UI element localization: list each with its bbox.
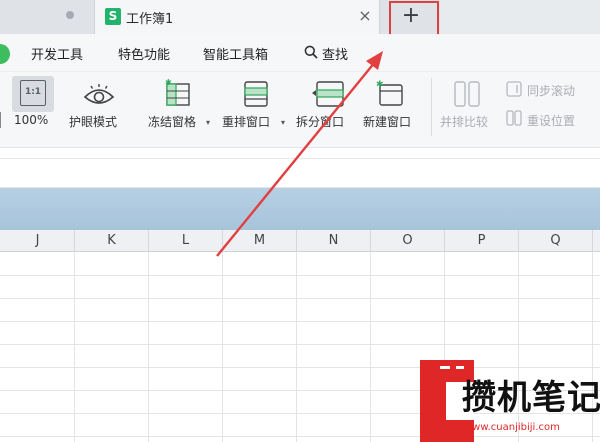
side-by-side-icon[interactable]: [453, 80, 481, 108]
column-header-q[interactable]: Q: [519, 230, 593, 252]
freeze-panes-label[interactable]: 冻结窗格: [148, 113, 196, 130]
watermark-title: 攒机笔记: [462, 378, 600, 418]
tab-strip-empty-area: [440, 0, 600, 34]
ribbon-toolbar: 1:1 100% 护眼模式 ✱ 冻结窗格 ▾ 重排窗口 ▾ 拆分窗口 ✱ 新建窗…: [0, 72, 600, 148]
zoom-100-button[interactable]: 1:1: [12, 76, 54, 112]
column-header-row: J K L M N O P Q: [0, 230, 600, 252]
svg-text:✱: ✱: [376, 80, 384, 90]
grid-row-line: [0, 275, 600, 276]
split-window-label[interactable]: 拆分窗口: [296, 113, 344, 130]
sync-scroll-icon[interactable]: [505, 80, 523, 98]
app-menu-icon[interactable]: [0, 44, 10, 64]
reset-position-label[interactable]: 重设位置: [527, 112, 575, 129]
formula-bar-area: [0, 148, 600, 188]
spreadsheet-doc-icon: S: [105, 8, 121, 25]
rearrange-dropdown-icon[interactable]: ▾: [281, 118, 285, 127]
freeze-dropdown-icon[interactable]: ▾: [206, 118, 210, 127]
new-window-label[interactable]: 新建窗口: [363, 113, 411, 130]
grid-row-line: [0, 321, 600, 322]
menu-item-special-features[interactable]: 特色功能: [118, 44, 170, 63]
menu-bar: 开发工具 特色功能 智能工具箱 查找: [0, 34, 600, 72]
tab-title: 工作簿1: [126, 12, 174, 27]
new-tab-button[interactable]: +: [389, 0, 433, 32]
close-icon[interactable]: ×: [357, 6, 373, 26]
new-window-icon[interactable]: ✱: [375, 78, 405, 108]
grid-row-line: [0, 298, 600, 299]
menu-item-smart-toolbox[interactable]: 智能工具箱: [203, 44, 268, 63]
svg-text:✱: ✱: [165, 78, 172, 87]
freeze-panes-icon[interactable]: ✱: [163, 78, 193, 108]
column-header-k[interactable]: K: [75, 230, 149, 252]
search-icon[interactable]: [304, 45, 318, 59]
spreadsheet-app-window: S 工作簿1 × + 开发工具 特色功能 智能工具箱 查找 1:1 100% 护…: [0, 0, 600, 442]
eye-protection-label[interactable]: 护眼模式: [69, 113, 117, 130]
zoom-level-label: 100%: [14, 113, 49, 127]
zoom-reset-icon: 1:1: [20, 80, 46, 106]
side-by-side-label[interactable]: 并排比较: [440, 113, 488, 130]
split-window-icon[interactable]: [311, 80, 345, 108]
ribbon-separator: [431, 78, 432, 136]
column-header-p[interactable]: P: [445, 230, 519, 252]
watermark: 攒机笔记 www.cuanjibiji.com: [420, 358, 600, 442]
menu-item-find[interactable]: 查找: [322, 44, 348, 63]
menu-item-developer-tools[interactable]: 开发工具: [31, 44, 83, 63]
grid-row-line: [0, 344, 600, 345]
tab-workbook[interactable]: S 工作簿1 ×: [94, 0, 380, 34]
formula-divider: [0, 158, 600, 159]
rearrange-windows-icon[interactable]: [243, 80, 269, 108]
sync-scroll-label[interactable]: 同步滚动: [527, 82, 575, 99]
ribbon-edge-separator: [0, 112, 3, 128]
sheet-top-band: [0, 188, 600, 230]
watermark-url: www.cuanjibiji.com: [464, 422, 560, 433]
column-header-m[interactable]: M: [223, 230, 297, 252]
rearrange-windows-label[interactable]: 重排窗口: [222, 113, 270, 130]
reset-position-icon[interactable]: [505, 109, 523, 127]
inactive-tab-dot-icon[interactable]: [66, 11, 74, 19]
tab-strip: S 工作簿1 × +: [0, 0, 600, 34]
column-header-j[interactable]: J: [1, 230, 75, 252]
column-header-n[interactable]: N: [297, 230, 371, 252]
column-header-o[interactable]: O: [371, 230, 445, 252]
column-header-l[interactable]: L: [149, 230, 223, 252]
eye-protection-icon[interactable]: [83, 84, 115, 108]
